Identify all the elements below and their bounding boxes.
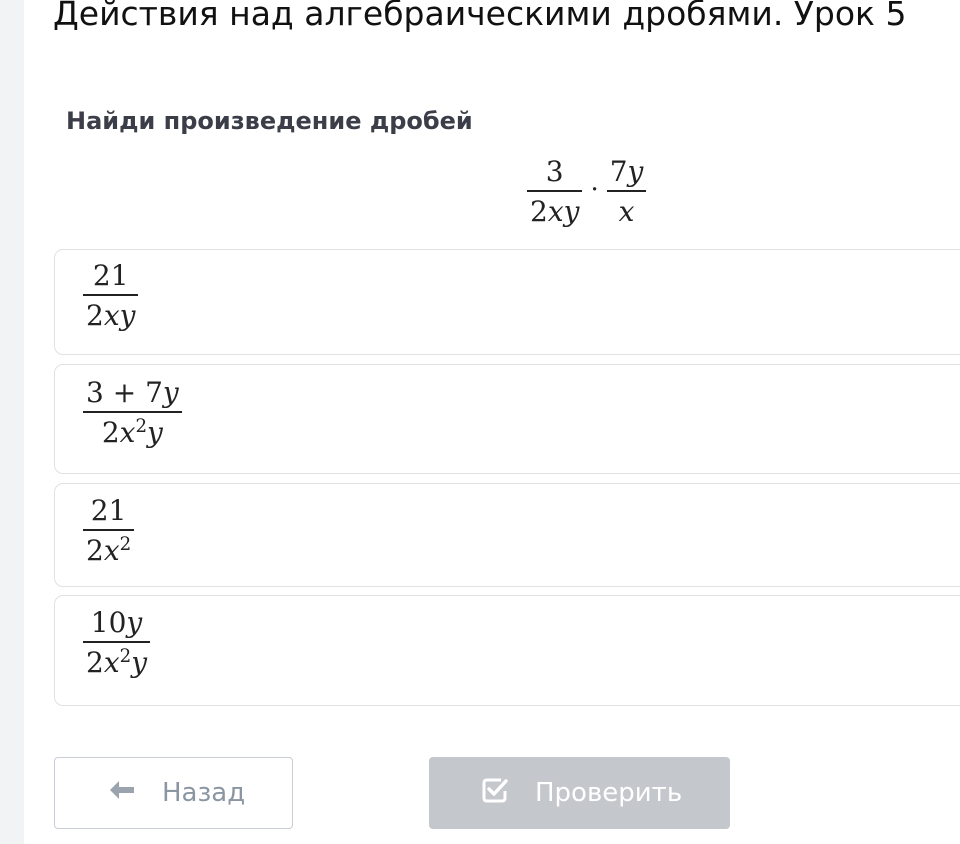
left-numerator: 3 xyxy=(545,155,564,188)
right-numerator: 7y xyxy=(609,155,644,188)
option-1-denominator: 2xy xyxy=(86,299,136,332)
option-2-numerator: 3 + 7y xyxy=(86,376,179,409)
arrow-left-icon xyxy=(108,778,136,808)
check-button-label: Проверить xyxy=(535,778,683,808)
option-1-numerator: 21 xyxy=(92,259,129,292)
option-4-numerator: 10y xyxy=(90,606,143,639)
left-denominator: 2xy xyxy=(530,195,580,228)
option-3-fraction: 21 2x2 xyxy=(83,494,135,567)
back-button[interactable]: Назад xyxy=(54,757,293,829)
check-square-icon xyxy=(481,776,509,811)
right-denominator: x xyxy=(618,195,635,228)
back-button-label: Назад xyxy=(162,778,246,808)
option-3-denominator: 2x2 xyxy=(86,534,132,567)
expression-right-fraction: 7y x xyxy=(606,155,647,228)
option-1-fraction: 21 2xy xyxy=(83,259,139,332)
left-sidebar-strip xyxy=(0,0,24,844)
page-title: Действия над алгебраическими дробями. Ур… xyxy=(53,0,907,33)
check-button[interactable]: Проверить xyxy=(429,757,730,829)
option-2-fraction: 3 + 7y 2x2y xyxy=(83,379,182,447)
answer-option-4[interactable]: 10y 2x2y xyxy=(54,595,960,706)
expression-left-fraction: 3 2xy xyxy=(527,155,583,228)
multiply-operator: · xyxy=(590,175,599,205)
answer-option-2[interactable]: 3 + 7y 2x2y xyxy=(54,364,960,474)
option-4-denominator: 2x2y xyxy=(86,646,148,679)
answer-option-3[interactable]: 21 2x2 xyxy=(54,483,960,587)
question-instruction: Найди произведение дробей xyxy=(66,107,473,135)
question-expression: 3 2xy · 7y x xyxy=(527,155,647,228)
option-4-fraction: 10y 2x2y xyxy=(83,606,151,679)
option-2-denominator: 2x2y xyxy=(101,416,163,449)
answer-option-1[interactable]: 21 2xy xyxy=(54,249,960,355)
option-3-numerator: 21 xyxy=(90,494,127,527)
